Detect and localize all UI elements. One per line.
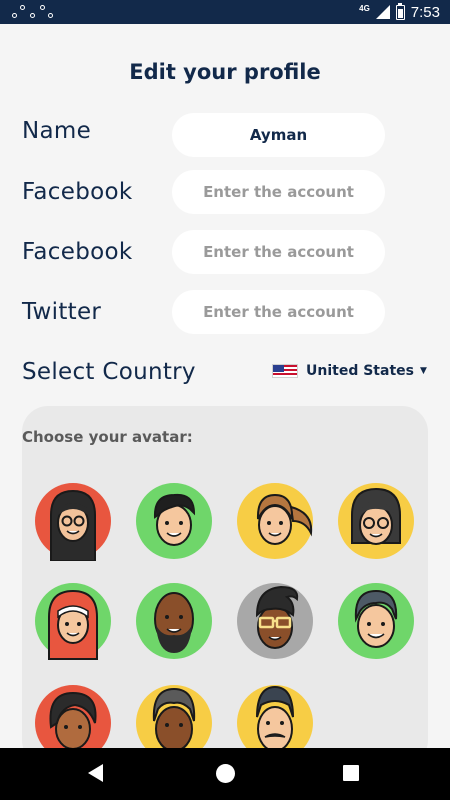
twitter-field[interactable]: Enter the account <box>172 290 385 334</box>
status-bar: 4G 7:53 <box>0 0 450 24</box>
signal-icon <box>375 5 390 19</box>
us-flag-icon <box>272 364 298 378</box>
facebook-label-2: Facebook <box>22 239 133 265</box>
navigation-bar <box>0 748 450 800</box>
avatar-man-bald-beard-icon[interactable] <box>134 581 214 661</box>
app-notification-icon <box>12 4 56 20</box>
avatar-woman-red-hijab-icon[interactable] <box>33 581 113 661</box>
facebook-field[interactable]: Enter the account <box>172 170 385 214</box>
name-field[interactable]: Ayman <box>172 113 385 157</box>
battery-icon <box>395 2 405 20</box>
chevron-down-icon: ▼ <box>419 366 427 376</box>
avatar-man-black-hair-icon[interactable] <box>134 481 214 561</box>
country-value: United States <box>306 363 414 379</box>
avatar-woman-ponytail-icon[interactable] <box>235 481 315 561</box>
avatar-woman-glasses-dark-hair-icon[interactable] <box>336 481 416 561</box>
country-dropdown[interactable]: United States ▼ <box>272 360 427 382</box>
back-icon[interactable] <box>88 764 103 782</box>
country-label: Select Country <box>22 359 196 385</box>
status-time: 7:53 <box>410 3 440 21</box>
avatar-section-title: Choose your avatar: <box>22 428 193 446</box>
avatar-man-grey-hair-icon[interactable] <box>336 581 416 661</box>
facebook-field-2[interactable]: Enter the account <box>172 230 385 274</box>
network-type: 4G <box>359 3 370 13</box>
recent-apps-icon[interactable] <box>343 765 359 781</box>
name-label: Name <box>22 118 92 144</box>
page-title: Edit your profile <box>129 60 321 84</box>
twitter-label: Twitter <box>22 299 102 325</box>
avatar-man-glasses-quiff-icon[interactable] <box>235 581 315 661</box>
home-icon[interactable] <box>216 764 235 783</box>
avatar-woman-hijab-glasses-icon[interactable] <box>33 481 113 561</box>
facebook-label: Facebook <box>22 179 133 205</box>
